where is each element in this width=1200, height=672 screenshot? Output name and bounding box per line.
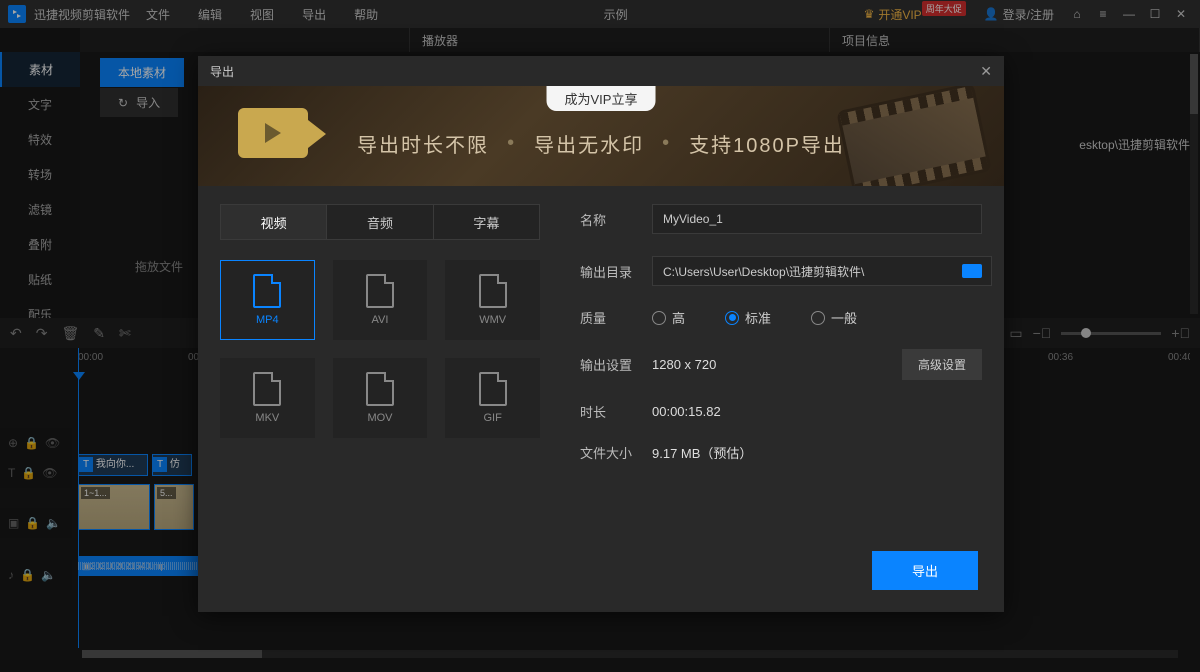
outdir-input[interactable] <box>652 256 992 286</box>
quality-normal[interactable]: 一般 <box>811 308 857 327</box>
camera-icon <box>238 108 308 158</box>
file-icon <box>366 372 394 406</box>
label-duration: 时长 <box>580 402 652 421</box>
advanced-settings-button[interactable]: 高级设置 <box>902 349 982 380</box>
tab-video[interactable]: 视频 <box>221 205 327 239</box>
outset-value: 1280 x 720 <box>652 357 716 372</box>
format-grid: MP4 AVI WMV MKV MOV GIF <box>220 260 540 438</box>
export-button[interactable]: 导出 <box>872 551 978 590</box>
quality-high[interactable]: 高 <box>652 308 685 327</box>
file-icon <box>479 372 507 406</box>
tab-audio[interactable]: 音频 <box>327 205 433 239</box>
dialog-header[interactable]: 导出 ✕ <box>198 56 1004 86</box>
format-wmv[interactable]: WMV <box>445 260 540 340</box>
export-type-tabs: 视频 音频 字幕 <box>220 204 540 240</box>
banner-text: 导出时长不限• 导出无水印• 支持1080P导出 <box>357 129 845 158</box>
label-outset: 输出设置 <box>580 355 652 374</box>
banner-badge: 成为VIP立享 <box>547 86 656 111</box>
format-mkv[interactable]: MKV <box>220 358 315 438</box>
label-quality: 质量 <box>580 308 652 327</box>
vip-banner[interactable]: 成为VIP立享 导出时长不限• 导出无水印• 支持1080P导出 <box>198 86 1004 186</box>
label-name: 名称 <box>580 210 652 229</box>
label-outdir: 输出目录 <box>580 262 652 281</box>
format-avi[interactable]: AVI <box>333 260 428 340</box>
file-icon <box>479 274 507 308</box>
name-input[interactable] <box>652 204 982 234</box>
duration-value: 00:00:15.82 <box>652 404 721 419</box>
format-mov[interactable]: MOV <box>333 358 428 438</box>
filesize-value: 9.17 MB（预估） <box>652 443 752 462</box>
tab-subtitle[interactable]: 字幕 <box>434 205 539 239</box>
file-icon <box>366 274 394 308</box>
export-dialog: 导出 ✕ 成为VIP立享 导出时长不限• 导出无水印• 支持1080P导出 视频… <box>198 56 1004 612</box>
quality-standard[interactable]: 标准 <box>725 308 771 327</box>
film-strip-icon <box>836 86 992 186</box>
browse-folder-icon[interactable] <box>962 264 982 278</box>
format-gif[interactable]: GIF <box>445 358 540 438</box>
dialog-title: 导出 <box>210 63 234 80</box>
dialog-close-icon[interactable]: ✕ <box>980 63 992 80</box>
file-icon <box>253 274 281 308</box>
format-mp4[interactable]: MP4 <box>220 260 315 340</box>
label-filesize: 文件大小 <box>580 443 652 462</box>
file-icon <box>253 372 281 406</box>
